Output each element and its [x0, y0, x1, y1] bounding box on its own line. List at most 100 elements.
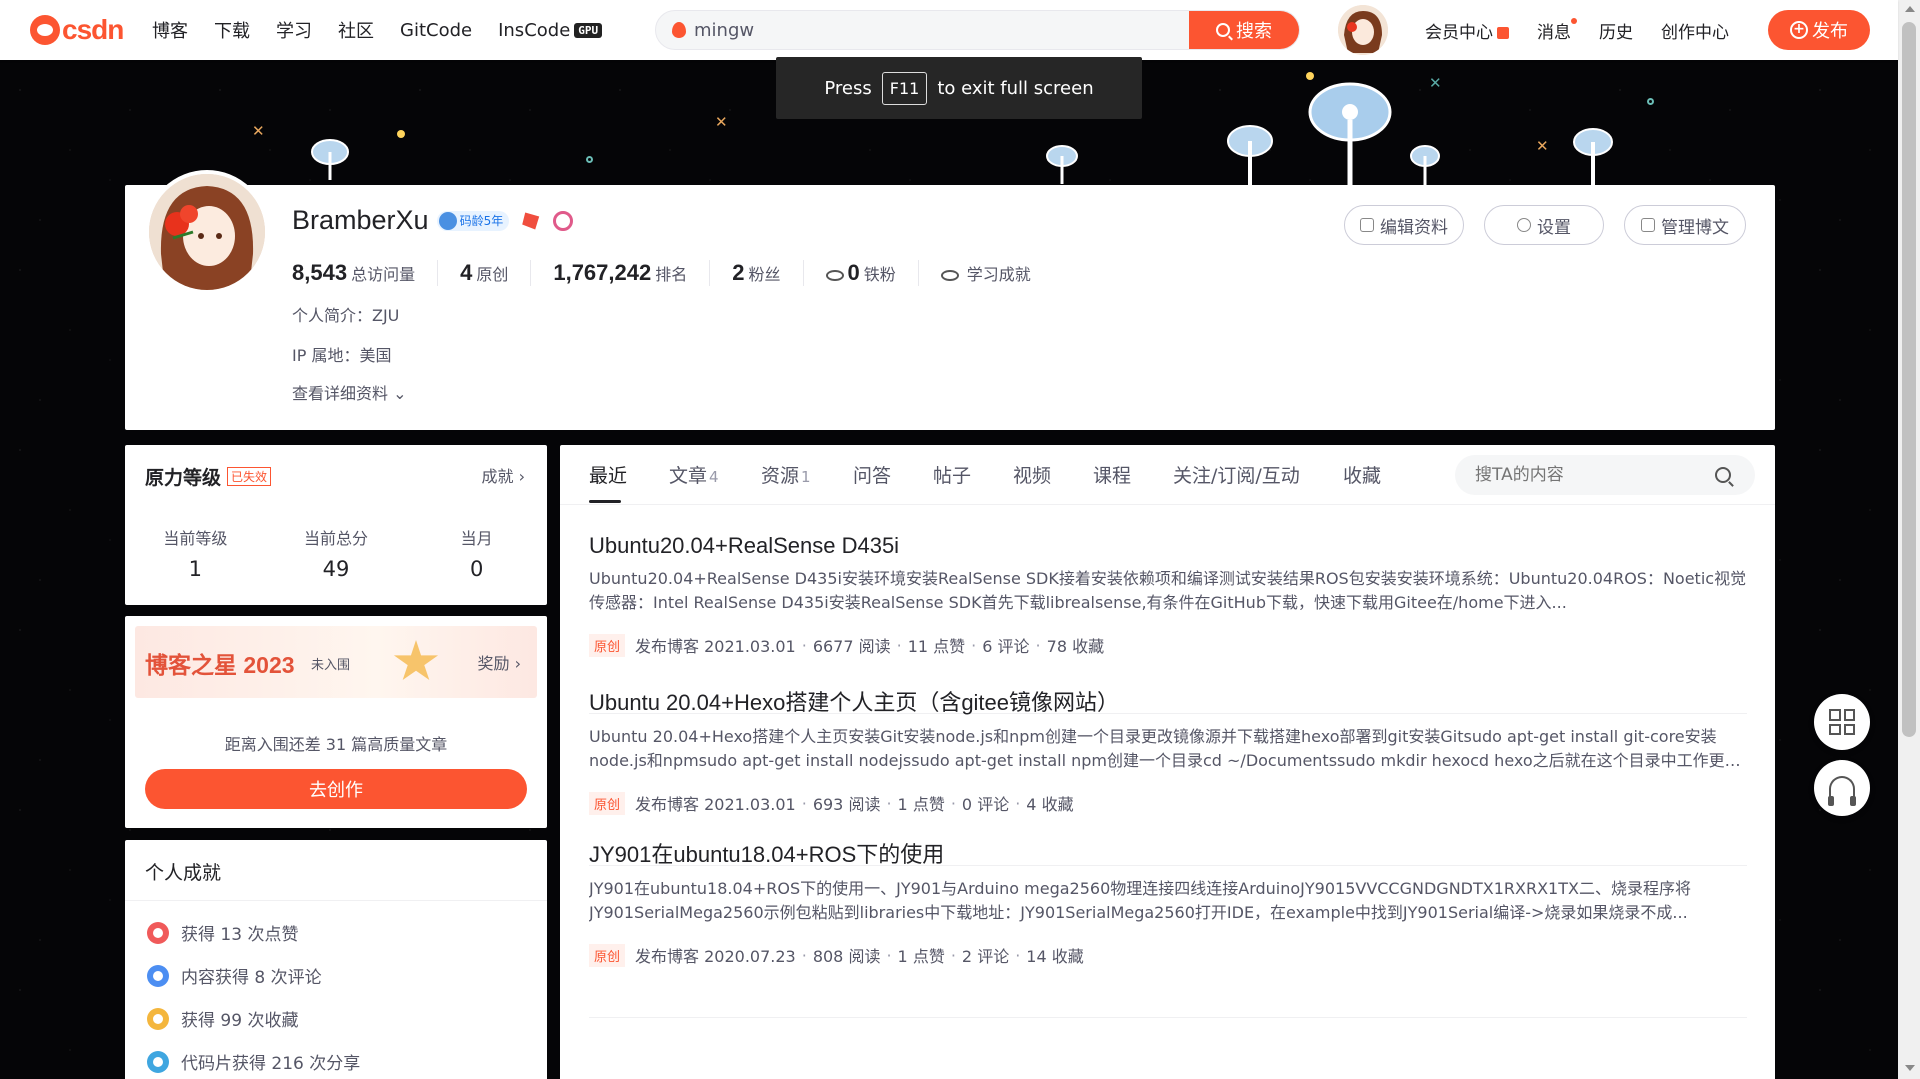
sparkle-icon: ✕ [715, 113, 728, 131]
content-tabs: 最近 文章 4 资源 1 问答 帖子 视频 课程 关注/订阅/互动 收藏 [560, 445, 1775, 505]
force-rank-card: 原力等级 已失效 成就 › 当前等级 1 当前总分 49 当月 0 [125, 445, 547, 605]
tab-follow-subscribe[interactable]: 关注/订阅/互动 [1173, 461, 1300, 488]
search-button[interactable]: 搜索 [1189, 11, 1299, 49]
main-nav: 博客 下载 学习 社区 GitCode InsCode GPU [152, 17, 628, 43]
scrollbar-thumb[interactable] [1902, 22, 1916, 737]
page-scrollbar[interactable] [1898, 0, 1920, 1079]
article-item[interactable]: JY901在ubuntu18.04+ROS下的使用 JY901在ubuntu18… [589, 837, 1747, 967]
article-item[interactable]: Ubuntu 20.04+Hexo搭建个人主页（含gitee镜像网站） Ubun… [589, 685, 1747, 815]
customer-service-button[interactable] [1814, 760, 1870, 816]
nav-link-inscode[interactable]: InsCode GPU [498, 17, 603, 43]
view-details-link[interactable]: 查看详细资料 ⌄ [292, 380, 407, 404]
achievement-comments: 内容获得 8 次评论 [147, 963, 322, 988]
stat-original: 4 原创 [460, 260, 532, 286]
sparkle-icon: ✕ [252, 122, 265, 140]
stat-iron-fans[interactable]: 0 铁粉 [825, 260, 919, 286]
original-tag: 原创 [589, 633, 626, 657]
chevron-right-icon: › [509, 654, 521, 673]
chevron-down-icon: ⌄ [388, 384, 407, 403]
profile-ip: IP 属地：美国 [292, 346, 392, 365]
f11-key: F11 [881, 71, 928, 105]
satellite-dish-icon [1308, 82, 1392, 185]
divider [125, 900, 547, 901]
nav-link-download[interactable]: 下载 [214, 17, 250, 43]
go-create-button[interactable]: 去创作 [145, 769, 527, 809]
achievement-badge-icon[interactable] [522, 212, 540, 230]
tab-favorites[interactable]: 收藏 [1343, 461, 1381, 488]
article-title[interactable]: Ubuntu 20.04+Hexo搭建个人主页（含gitee镜像网站） [589, 685, 1747, 717]
achievement-shares: 代码片获得 216 次分享 [147, 1049, 360, 1074]
global-search: 搜索 [655, 10, 1300, 50]
publish-button[interactable]: + 发布 [1768, 10, 1870, 50]
document-icon [1641, 218, 1655, 232]
csdn-logo[interactable]: csdn [30, 14, 130, 46]
original-tag: 原创 [589, 943, 626, 967]
article-item[interactable]: Ubuntu20.04+RealSense D435i Ubuntu20.04+… [589, 533, 1747, 657]
nav-link-gitcode[interactable]: GitCode [400, 17, 472, 43]
code-age-icon [438, 211, 457, 230]
nav-vip-center[interactable]: 会员中心 [1425, 18, 1509, 43]
hot-flame-icon [672, 22, 686, 38]
learning-achievement-link[interactable]: 学习成就 [940, 261, 1053, 285]
nav-creator-center[interactable]: 创作中心 [1661, 18, 1729, 43]
article-title[interactable]: JY901在ubuntu18.04+ROS下的使用 [589, 837, 1747, 869]
tab-posts[interactable]: 帖子 [933, 461, 971, 488]
profile-avatar[interactable] [145, 170, 269, 294]
edit-profile-button[interactable]: 编辑资料 [1344, 205, 1464, 245]
settings-button[interactable]: 设置 [1484, 205, 1604, 245]
satellite-dish-icon [1227, 125, 1273, 185]
nav-link-community[interactable]: 社区 [338, 17, 374, 43]
stat-fans[interactable]: 2 粉丝 [732, 260, 804, 286]
article-desc: Ubuntu 20.04+Hexo搭建个人主页安装Git安装node.js和np… [589, 727, 1741, 770]
nav-link-learn[interactable]: 学习 [276, 17, 312, 43]
gift-icon [1497, 26, 1509, 39]
eye-icon [940, 270, 959, 281]
sparkle-dot [397, 130, 405, 138]
nav-messages[interactable]: 消息 [1537, 17, 1577, 43]
comment-badge-icon [147, 964, 169, 987]
search-icon[interactable] [1715, 467, 1731, 483]
ta-search-input[interactable] [1475, 465, 1715, 485]
rank-this-month: 当月 0 [460, 529, 493, 581]
user-avatar[interactable] [1338, 5, 1388, 55]
code-age-badge[interactable]: 码龄5年 [436, 210, 510, 231]
qr-code-button[interactable] [1814, 694, 1870, 750]
plus-icon: + [1790, 21, 1808, 39]
edit-icon [1360, 218, 1374, 232]
rank-total-score: 当前总分 49 [304, 529, 369, 581]
article-desc: Ubuntu20.04+RealSense D435i安装环境安装RealSen… [589, 569, 1747, 612]
tab-recent[interactable]: 最近 [589, 461, 627, 488]
manage-posts-button[interactable]: 管理博文 [1624, 205, 1746, 245]
nav-history[interactable]: 历史 [1599, 18, 1633, 43]
ta-search [1455, 455, 1755, 495]
search-icon [1216, 23, 1230, 37]
achievement-link[interactable]: 成就 › [482, 463, 526, 487]
star-icon [393, 640, 439, 681]
tab-articles[interactable]: 文章 4 [669, 461, 719, 488]
sparkle-icon: ✕ [1536, 137, 1549, 155]
favorite-badge-icon [147, 1007, 169, 1030]
gear-icon [1517, 218, 1531, 232]
satellite-dish-icon [1046, 145, 1078, 184]
scroll-up-arrow-icon[interactable] [1905, 6, 1915, 12]
fullscreen-toast: Press F11 to exit full screen [776, 57, 1142, 119]
scroll-down-arrow-icon[interactable] [1905, 1065, 1915, 1071]
article-meta: 原创 发布博客 2021.03.01 · 693 阅读 · 1 点赞 · 0 评论 · … [589, 791, 1747, 815]
tab-qa[interactable]: 问答 [853, 461, 891, 488]
rank-title: 原力等级 [145, 467, 222, 489]
nav-link-blog[interactable]: 博客 [152, 17, 188, 43]
tab-videos[interactable]: 视频 [1013, 461, 1051, 488]
satellite-dish-icon [1410, 145, 1440, 186]
user-nav: 会员中心 消息 历史 创作中心 [1425, 0, 1757, 60]
tab-resources[interactable]: 资源 1 [761, 461, 811, 488]
divider [589, 1017, 1747, 1018]
stat-rank: 1,767,242 排名 [553, 260, 711, 286]
article-title[interactable]: Ubuntu20.04+RealSense D435i [589, 533, 1747, 559]
tab-courses[interactable]: 课程 [1093, 461, 1131, 488]
reward-link[interactable]: 奖励 › [478, 650, 522, 674]
sparkle-dot [586, 156, 593, 163]
gpu-badge: GPU [574, 22, 603, 38]
profile-intro: 个人简介：ZJU [292, 306, 400, 325]
medal-badge-icon[interactable] [553, 210, 574, 231]
blog-star-title: 博客之星 2023 [145, 652, 295, 678]
